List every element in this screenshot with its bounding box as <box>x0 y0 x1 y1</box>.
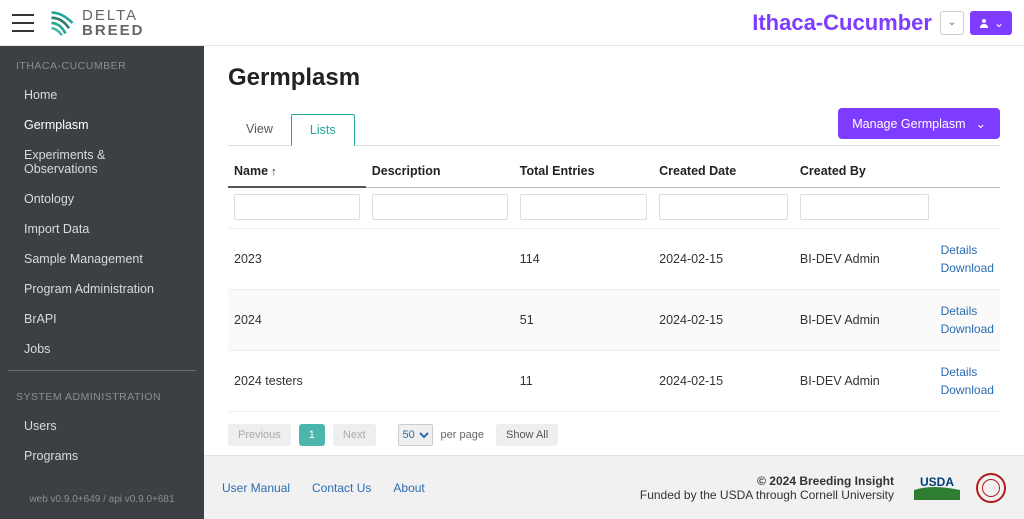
cell-total: 114 <box>514 229 653 290</box>
sidebar-item-ontology[interactable]: Ontology <box>0 184 204 214</box>
pagination: Previous 1 Next 50 per page Show All <box>228 424 1000 446</box>
tab-lists[interactable]: Lists <box>291 114 355 146</box>
table-row: 2024512024-02-15BI-DEV AdminDetailsDownl… <box>228 290 1000 351</box>
download-link[interactable]: Download <box>941 320 994 338</box>
sidebar-item-home[interactable]: Home <box>0 80 204 110</box>
tab-view[interactable]: View <box>228 114 291 146</box>
cell-created: 2024-02-15 <box>653 290 794 351</box>
usda-logo-icon: USDA <box>912 472 962 504</box>
filter-name-input[interactable] <box>234 194 360 220</box>
column-header-description[interactable]: Description <box>366 154 514 187</box>
column-header-created-by[interactable]: Created By <box>794 154 935 187</box>
chevron-down-icon: ⌄ <box>948 17 956 28</box>
column-header-created-date[interactable]: Created Date <box>653 154 794 187</box>
column-header-actions <box>935 154 1000 187</box>
cell-by: BI-DEV Admin <box>794 290 935 351</box>
filter-created-date-input[interactable] <box>659 194 788 220</box>
show-all-button[interactable]: Show All <box>496 424 558 446</box>
germplasm-lists-table: Name ↑DescriptionTotal EntriesCreated Da… <box>228 154 1000 412</box>
user-menu-button[interactable]: ⌄ <box>970 11 1012 35</box>
cell-by: BI-DEV Admin <box>794 229 935 290</box>
sidebar-divider <box>8 370 196 371</box>
menu-toggle-icon[interactable] <box>12 14 34 32</box>
cell-name: 2023 <box>228 229 366 290</box>
copyright-text: © 2024 Breeding Insight <box>640 474 894 488</box>
cell-total: 51 <box>514 290 653 351</box>
cornell-seal-icon <box>976 473 1006 503</box>
download-link[interactable]: Download <box>941 381 994 399</box>
footer-link-user-manual[interactable]: User Manual <box>222 481 290 495</box>
row-actions: DetailsDownload <box>935 229 1000 290</box>
cell-description <box>366 229 514 290</box>
cell-total: 11 <box>514 351 653 412</box>
column-header-name[interactable]: Name ↑ <box>228 154 366 187</box>
sidebar-item-users[interactable]: Users <box>0 411 204 441</box>
sidebar-item-germplasm[interactable]: Germplasm <box>0 110 204 140</box>
sidebar-item-brapi[interactable]: BrAPI <box>0 304 204 334</box>
row-actions: DetailsDownload <box>935 290 1000 351</box>
footer: User Manual Contact Us About © 2024 Breedi… <box>204 455 1024 519</box>
chevron-down-icon: ⌄ <box>994 16 1004 30</box>
chevron-down-icon: ⌄ <box>976 116 986 131</box>
footer-link-contact-us[interactable]: Contact Us <box>312 481 371 495</box>
table-row: 2024 testers112024-02-15BI-DEV AdminDeta… <box>228 351 1000 412</box>
page-title: Germplasm <box>228 64 1000 92</box>
version-text: web v0.9.0+649 / api v0.9.0+681 <box>0 486 204 519</box>
brand-line1: DELTA <box>82 8 145 23</box>
sidebar-item-programs[interactable]: Programs <box>0 441 204 471</box>
details-link[interactable]: Details <box>941 302 994 320</box>
filter-total-entries-input[interactable] <box>520 194 647 220</box>
delta-breed-logo-icon <box>48 9 76 37</box>
sort-asc-icon: ↑ <box>268 166 277 178</box>
sidebar-section-label: SYSTEM ADMINISTRATION <box>0 377 204 411</box>
topbar: DELTA BREED Ithaca-Cucumber ⌄ ⌄ <box>0 0 1024 46</box>
footer-link-about[interactable]: About <box>393 481 424 495</box>
tabs-row: ViewLists Manage Germplasm ⌄ <box>228 108 1000 146</box>
next-page-button[interactable]: Next <box>333 424 376 446</box>
brand-logo[interactable]: DELTA BREED <box>48 8 145 38</box>
details-link[interactable]: Details <box>941 241 994 259</box>
table-row: 20231142024-02-15BI-DEV AdminDetailsDown… <box>228 229 1000 290</box>
cell-name: 2024 testers <box>228 351 366 412</box>
svg-text:USDA: USDA <box>920 475 954 489</box>
filter-created-by-input[interactable] <box>800 194 929 220</box>
cell-created: 2024-02-15 <box>653 229 794 290</box>
cell-by: BI-DEV Admin <box>794 351 935 412</box>
brand-line2: BREED <box>82 23 145 38</box>
cell-created: 2024-02-15 <box>653 351 794 412</box>
sidebar-item-experiments-observations[interactable]: Experiments & Observations <box>0 140 204 184</box>
row-actions: DetailsDownload <box>935 351 1000 412</box>
cell-name: 2024 <box>228 290 366 351</box>
program-dropdown-button[interactable]: ⌄ <box>940 11 964 35</box>
manage-germplasm-label: Manage Germplasm <box>852 117 965 131</box>
manage-germplasm-button[interactable]: Manage Germplasm ⌄ <box>838 108 1000 139</box>
main-content: Germplasm ViewLists Manage Germplasm ⌄ N… <box>204 46 1024 519</box>
program-name: Ithaca-Cucumber <box>752 10 932 36</box>
sidebar-item-jobs[interactable]: Jobs <box>0 334 204 364</box>
download-link[interactable]: Download <box>941 259 994 277</box>
cell-description <box>366 290 514 351</box>
sidebar: ITHACA-CUCUMBER HomeGermplasmExperiments… <box>0 46 204 519</box>
details-link[interactable]: Details <box>941 363 994 381</box>
current-page: 1 <box>299 424 325 446</box>
per-page-label: per page <box>441 429 484 441</box>
user-icon <box>978 17 990 29</box>
column-header-total-entries[interactable]: Total Entries <box>514 154 653 187</box>
sidebar-item-program-administration[interactable]: Program Administration <box>0 274 204 304</box>
funding-text: Funded by the USDA through Cornell Unive… <box>640 488 894 502</box>
sidebar-item-sample-management[interactable]: Sample Management <box>0 244 204 274</box>
sidebar-section-label: ITHACA-CUCUMBER <box>0 46 204 80</box>
prev-page-button[interactable]: Previous <box>228 424 291 446</box>
sidebar-item-import-data[interactable]: Import Data <box>0 214 204 244</box>
filter-description-input[interactable] <box>372 194 508 220</box>
cell-description <box>366 351 514 412</box>
per-page-select[interactable]: 50 <box>398 424 433 446</box>
